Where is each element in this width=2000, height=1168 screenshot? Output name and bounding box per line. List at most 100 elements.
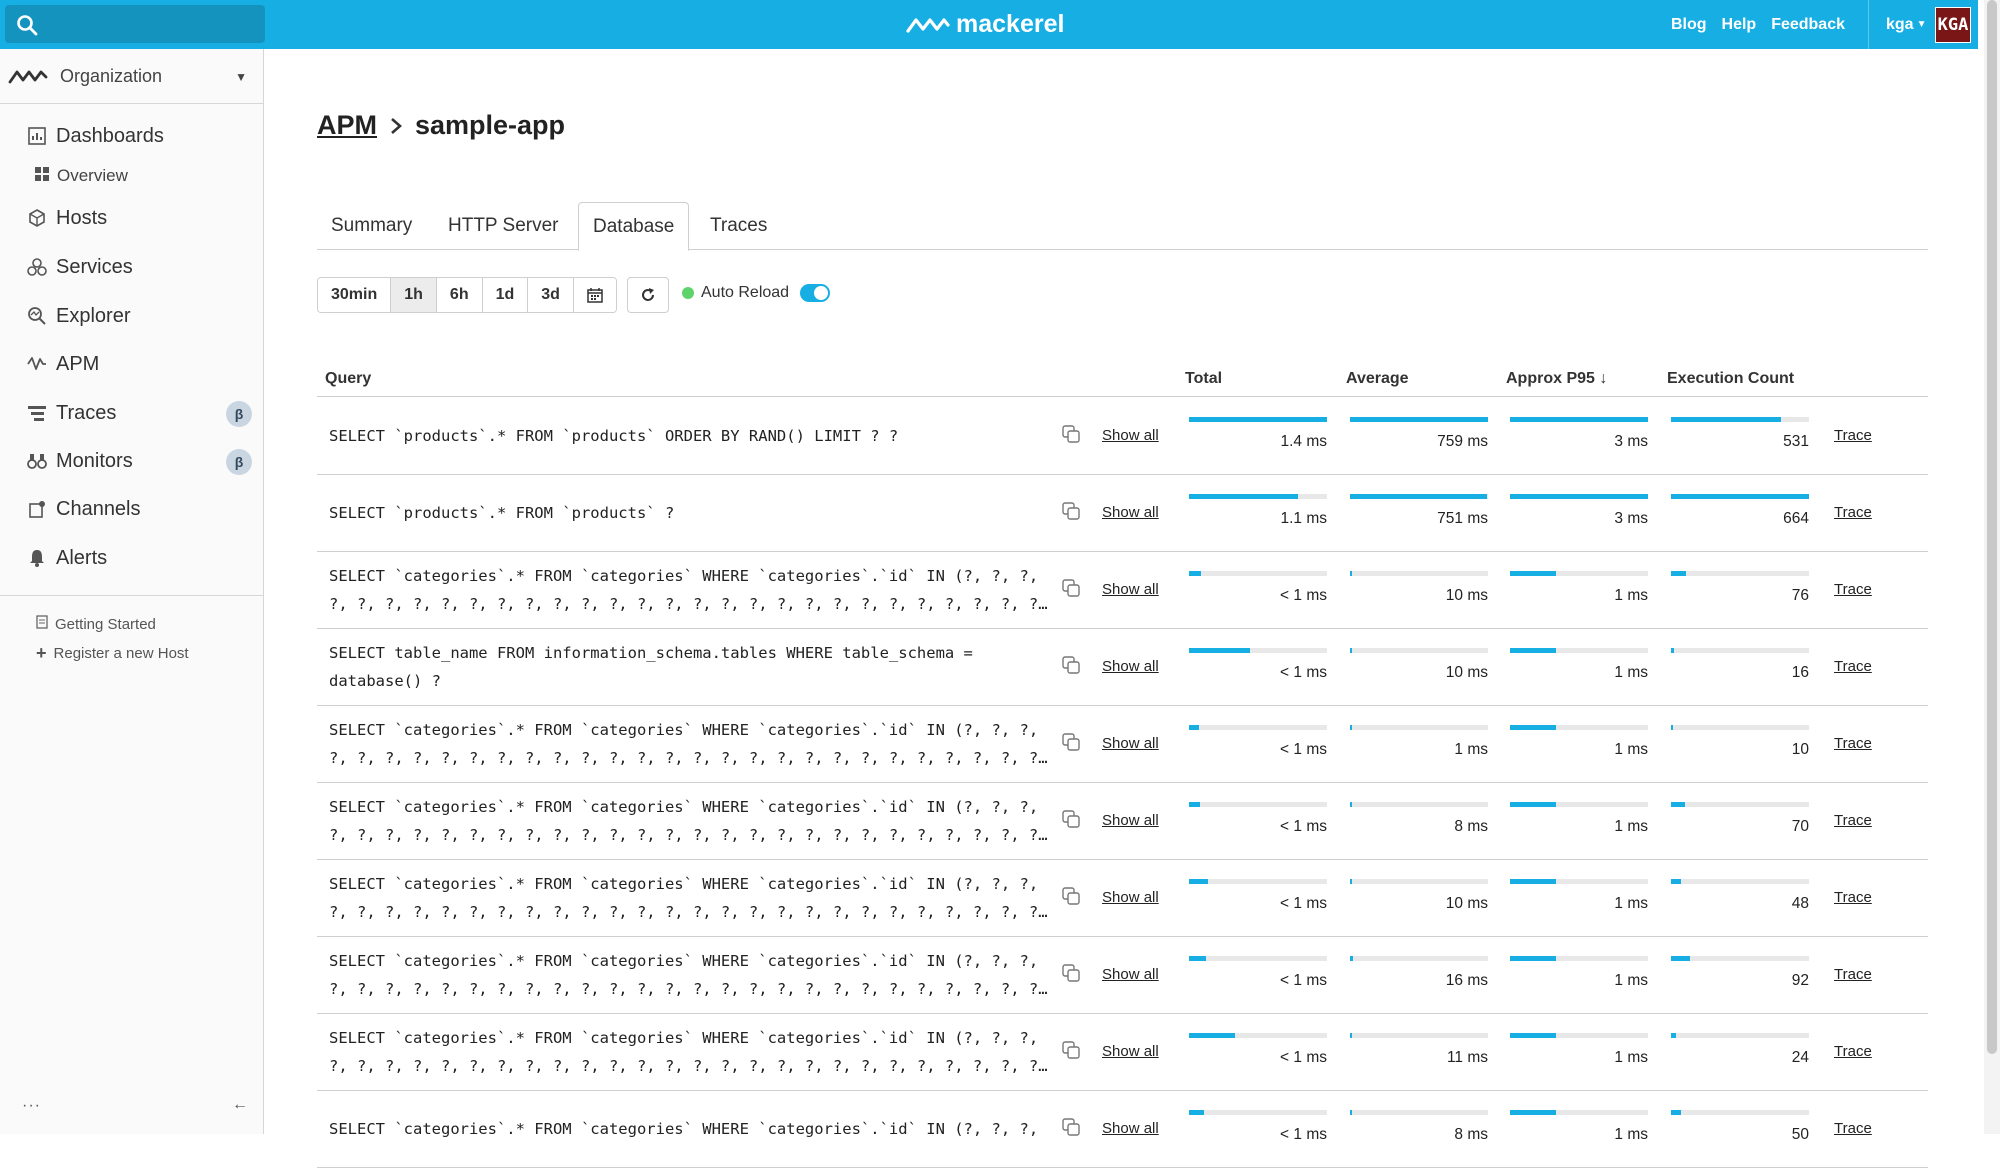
column-header-total[interactable]: Total [1185,370,1222,388]
sidebar-item-hosts[interactable]: Hosts [27,203,107,233]
metric-bar-track [1671,879,1809,884]
copy-icon[interactable] [1062,579,1080,597]
show-all-link[interactable]: Show all [1102,812,1159,829]
organization-selector[interactable]: Organization ▼ [0,49,263,104]
search-input[interactable] [5,5,265,43]
metric-bar-fill [1189,725,1199,730]
metric-bar-fill [1671,956,1690,961]
range-6h-button[interactable]: 6h [436,278,483,312]
sidebar-item-overview[interactable]: Overview [35,165,128,187]
copy-icon[interactable] [1062,887,1080,905]
trace-link[interactable]: Trace [1834,658,1872,675]
user-menu[interactable]: kga ▼ [1886,0,1926,49]
show-all-link[interactable]: Show all [1102,1043,1159,1060]
query-line: ?, ?, ?, ?, ?, ?, ?, ?, ?, ?, ?, ?, ?, ?… [329,595,1049,613]
trace-link[interactable]: Trace [1834,1043,1872,1060]
metric-bar-fill [1189,417,1327,422]
column-header-execution-count[interactable]: Execution Count [1667,370,1794,388]
sidebar-item-channels[interactable]: Channels [27,494,141,524]
trace-link[interactable]: Trace [1834,504,1872,521]
beta-badge: β [226,449,252,475]
scrollbar-thumb[interactable] [1987,0,1997,1054]
search-icon [17,15,38,36]
trace-link[interactable]: Trace [1834,1120,1872,1137]
blog-link[interactable]: Blog [1671,16,1707,34]
tab-traces[interactable]: Traces [696,202,781,250]
trace-link[interactable]: Trace [1834,966,1872,983]
feedback-link[interactable]: Feedback [1771,16,1845,34]
column-header-query[interactable]: Query [325,370,371,388]
show-all-link[interactable]: Show all [1102,658,1159,675]
trace-link[interactable]: Trace [1834,735,1872,752]
copy-icon[interactable] [1062,964,1080,982]
chevron-down-icon: ▼ [235,70,247,84]
range-3d-button[interactable]: 3d [528,278,574,312]
copy-icon[interactable] [1062,1118,1080,1136]
sidebar-item-services[interactable]: Services [27,252,133,282]
trace-link[interactable]: Trace [1834,889,1872,906]
sidebar-item-explorer[interactable]: Explorer [27,301,130,331]
column-header-p95[interactable]: Approx P95 ↓ [1506,370,1607,388]
show-all-link[interactable]: Show all [1102,966,1159,983]
more-menu-icon[interactable]: ··· [22,1097,41,1115]
trace-link[interactable]: Trace [1834,581,1872,598]
metric-value: 1 ms [1614,818,1648,835]
sidebar-item-dashboards[interactable]: Dashboards [27,121,164,151]
avatar[interactable]: KGA [1935,7,1971,43]
mackerel-logo[interactable]: mackerel [906,9,1064,39]
sidebar-item-alerts[interactable]: Alerts [27,543,107,573]
copy-icon[interactable] [1062,656,1080,674]
auto-reload-toggle[interactable] [800,284,831,302]
metric-bar-fill [1510,571,1556,576]
metric-value: 1 ms [1614,972,1648,989]
show-all-link[interactable]: Show all [1102,581,1159,598]
register-host-link[interactable]: + Register a new Host [36,643,189,664]
copy-icon[interactable] [1062,1041,1080,1059]
metric-value: < 1 ms [1280,818,1327,835]
tab-summary[interactable]: Summary [317,202,426,250]
user-caret-icon: ▼ [1916,19,1927,30]
show-all-link[interactable]: Show all [1102,889,1159,906]
table-row: SELECT `products`.* FROM `products` ORDE… [317,398,1928,475]
header-divider [1868,0,1869,49]
sidebar-item-apm[interactable]: APM [27,349,99,379]
dashboard-icon [27,126,47,146]
tab-http-server[interactable]: HTTP Server [434,202,573,250]
column-header-average[interactable]: Average [1346,370,1409,388]
range-1d-button[interactable]: 1d [482,278,529,312]
binoculars-icon [27,451,47,471]
metric-bar-fill [1189,879,1208,884]
tab-database[interactable]: Database [578,202,690,251]
reload-button[interactable] [627,277,669,313]
metric-bar-track [1671,417,1809,422]
copy-icon[interactable] [1062,810,1080,828]
copy-icon[interactable] [1062,425,1080,443]
trace-link[interactable]: Trace [1834,427,1872,444]
query-text: SELECT `products`.* FROM `products` ? [329,499,1049,527]
copy-icon[interactable] [1062,733,1080,751]
show-all-link[interactable]: Show all [1102,1120,1159,1137]
calendar-button[interactable] [573,278,616,312]
query-text: SELECT `categories`.* FROM `categories` … [329,562,1049,618]
show-all-link[interactable]: Show all [1102,504,1159,521]
metric-bar-track [1350,571,1488,576]
query-line: SELECT table_name FROM information_schem… [329,644,973,662]
show-all-link[interactable]: Show all [1102,735,1159,752]
sidebar-item-traces[interactable]: Traces [27,398,116,428]
breadcrumb-apm-link[interactable]: APM [317,110,377,141]
metric-bar-track [1189,1110,1327,1115]
help-link[interactable]: Help [1722,16,1757,34]
metric-bar-fill [1350,1110,1352,1115]
sidebar-item-monitors[interactable]: Monitors [27,446,133,476]
metric-value: < 1 ms [1280,1126,1327,1143]
metric-value: 11 ms [1446,1049,1488,1066]
collapse-sidebar-icon[interactable]: ← [232,1096,248,1114]
copy-icon[interactable] [1062,502,1080,520]
show-all-link[interactable]: Show all [1102,427,1159,444]
metric-bar-track [1510,879,1648,884]
range-30min-button[interactable]: 30min [318,278,392,312]
metric-bar-fill [1350,494,1487,499]
range-1h-button[interactable]: 1h [391,278,437,312]
trace-link[interactable]: Trace [1834,812,1872,829]
getting-started-link[interactable]: Getting Started [36,615,156,633]
